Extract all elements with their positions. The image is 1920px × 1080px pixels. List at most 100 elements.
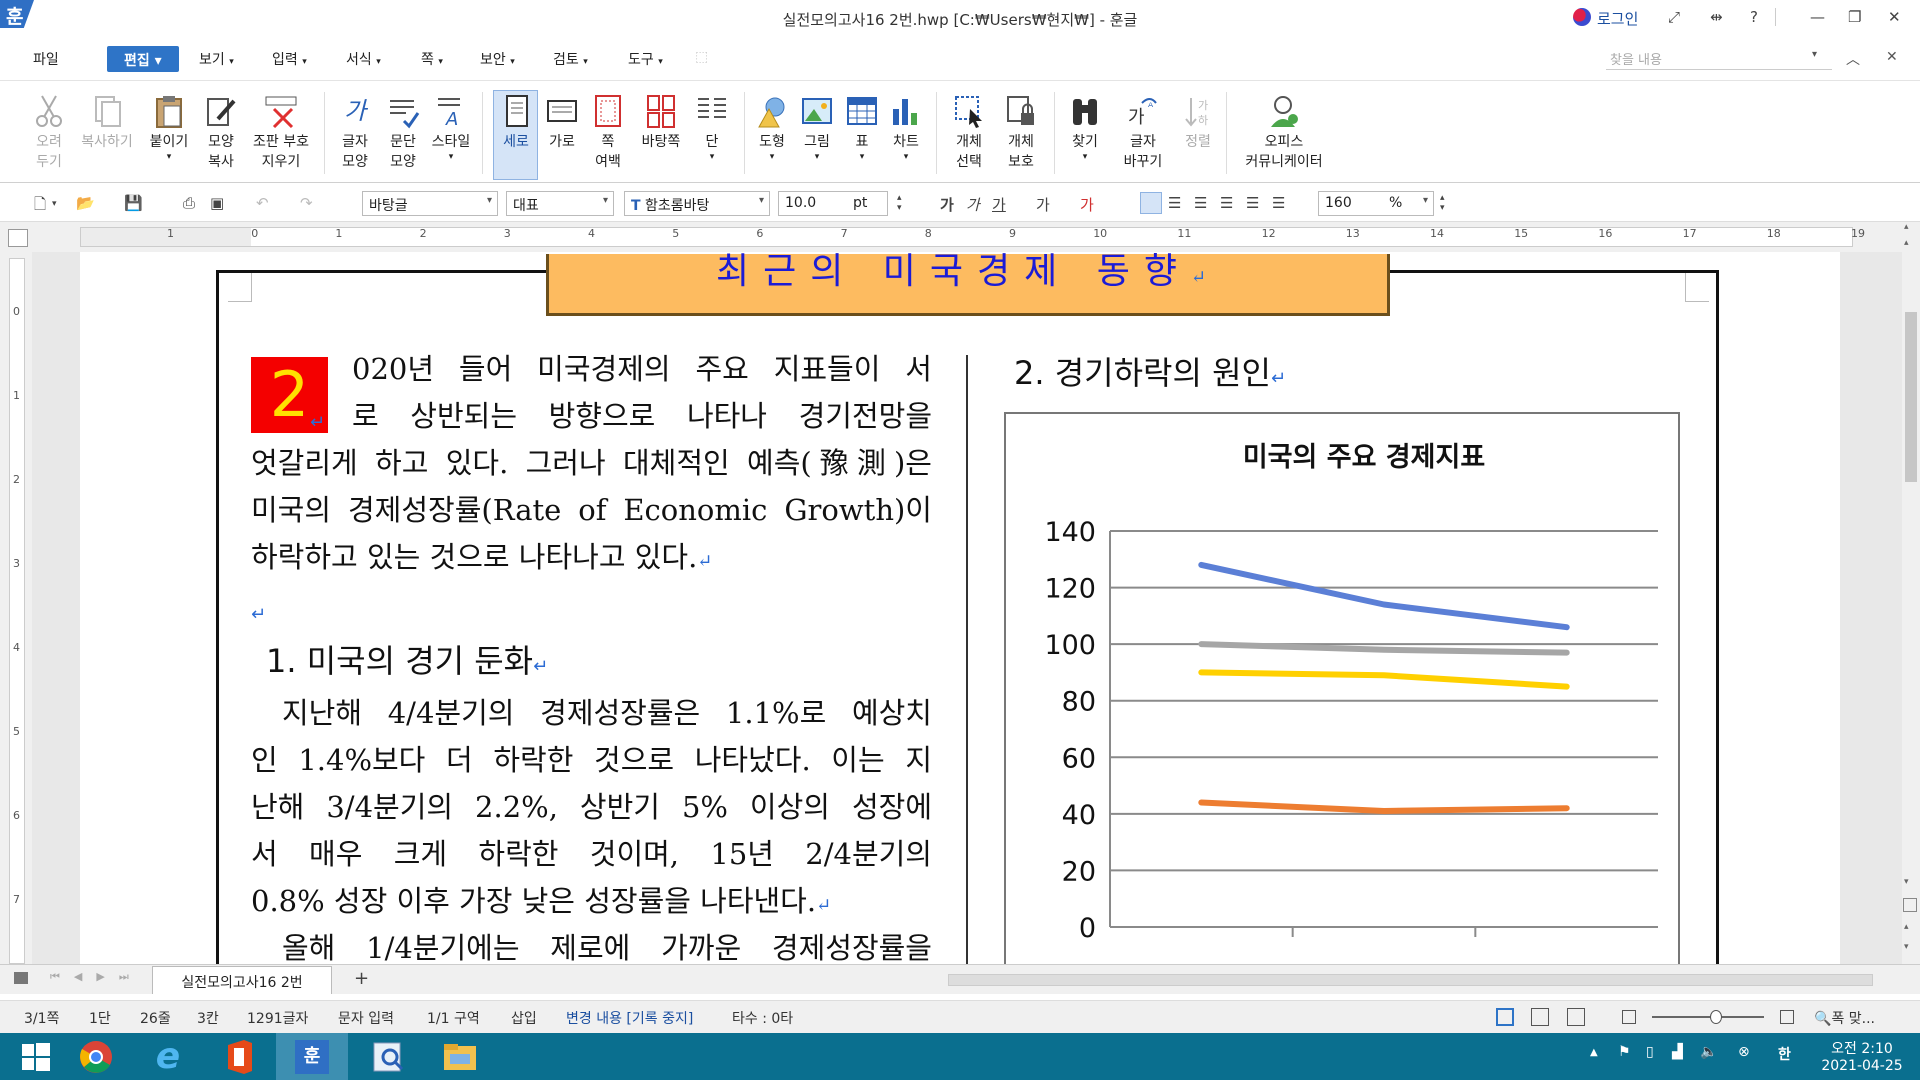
print-icon[interactable]: ⎙ <box>183 194 195 212</box>
ribbon-clear-markup-button[interactable]: 조판 부호 지우기 <box>248 90 314 172</box>
ribbon-portrait-button[interactable]: 세로 <box>494 90 538 152</box>
menu-insert[interactable]: 입력 ▾ <box>272 49 307 69</box>
ribbon-object-select-button[interactable]: 개체 선택 <box>944 90 994 172</box>
tab-type-icon[interactable] <box>8 229 28 247</box>
zoom-in-icon[interactable] <box>1780 1010 1794 1024</box>
status-input-mode[interactable]: 문자 입력 <box>338 1008 394 1028</box>
pin-icon[interactable]: ⇹ <box>1710 8 1723 26</box>
ribbon-landscape-button[interactable]: 가로 <box>540 90 584 152</box>
login-button[interactable]: 로그인 <box>1597 8 1638 29</box>
scroll-up-icon[interactable]: ▴ <box>1904 238 1909 248</box>
ribbon-para-shape-button[interactable]: 문단 모양 <box>380 90 426 172</box>
ribbon-sort-button[interactable]: 가하 정렬 <box>1176 90 1220 152</box>
account-icon[interactable] <box>1573 8 1591 26</box>
style-select[interactable]: 바탕글 ▾ <box>362 191 498 216</box>
menu-tools[interactable]: 도구 ▾ <box>628 49 663 69</box>
zoom-out-icon[interactable] <box>1622 1010 1636 1024</box>
ribbon-copy-button[interactable]: 복사하기 <box>78 90 136 152</box>
ribbon-chart-button[interactable]: 차트 ▾ <box>884 90 928 162</box>
doc-close-icon[interactable]: ✕ <box>1886 49 1898 65</box>
add-tab-button[interactable]: + <box>354 968 369 989</box>
ribbon-paste-button[interactable]: 붙이기 ▾ <box>146 90 192 162</box>
ribbon-char-shape-button[interactable]: 가 글자 모양 <box>332 90 378 172</box>
ribbon-columns-button[interactable]: 단 ▾ <box>690 90 734 162</box>
language-select[interactable]: 대표 ▾ <box>506 191 614 216</box>
vertical-ruler[interactable]: 0 1 2 3 4 5 6 7 <box>9 258 25 964</box>
ribbon-communicator-button[interactable]: 오피스 커뮤니케이터 <box>1234 90 1334 172</box>
menu-format[interactable]: 서식 ▾ <box>346 49 381 69</box>
size-stepper-icon[interactable]: ▴ ▾ <box>897 193 902 213</box>
ribbon-master-page-button[interactable]: 바탕쪽 <box>636 90 686 152</box>
open-folder-icon[interactable]: 📂 <box>76 194 95 212</box>
page-view-icon[interactable] <box>1903 898 1917 912</box>
chart-object[interactable]: 미국의 주요 경제지표 0 20 40 60 80 100 120 140 <box>1004 412 1680 972</box>
undo-icon[interactable]: ↶ <box>256 194 269 212</box>
quick-icon[interactable]: ⬚ <box>695 49 708 65</box>
tab-list-icon[interactable] <box>14 972 28 984</box>
collapse-ribbon-icon[interactable]: ︿ <box>1846 49 1860 69</box>
zoom-slider-thumb[interactable] <box>1710 1010 1722 1024</box>
search-app-icon[interactable] <box>352 1033 424 1080</box>
find-dropdown-icon[interactable]: ▾ <box>1812 49 1817 60</box>
font-color-button[interactable]: 가 <box>1080 194 1094 215</box>
divide-align-icon[interactable]: ☰ <box>1272 194 1285 212</box>
preview-icon[interactable]: ▣ <box>210 194 224 212</box>
menu-file[interactable]: 파일 <box>33 49 59 69</box>
vertical-scrollbar[interactable]: ▴ ▴ ▾ ▴ ▾ <box>1902 222 1920 964</box>
prev-page-icon[interactable]: ▴ <box>1904 922 1909 932</box>
hangul-task-icon[interactable]: 훈 <box>276 1033 348 1080</box>
ribbon-object-protect-button[interactable]: 개체 보호 <box>996 90 1046 172</box>
notification-off-icon[interactable]: ⊗ <box>1738 1044 1750 1060</box>
tab-nav-icon[interactable]: ⏮◀▶⏭ <box>50 970 143 984</box>
save-icon[interactable]: 💾 <box>124 194 143 212</box>
ribbon-char-replace-button[interactable]: 가ᴬ 글자 바꾸기 <box>1112 90 1174 172</box>
status-page[interactable]: 3/1쪽 <box>24 1008 59 1028</box>
zoom-stepper-icon[interactable]: ▴ ▾ <box>1440 193 1445 213</box>
office-icon[interactable] <box>204 1033 276 1080</box>
volume-icon[interactable]: 🔈 <box>1700 1044 1717 1060</box>
ribbon-cut-button[interactable]: 오려 두기 <box>26 90 72 172</box>
justify-align-icon[interactable] <box>1140 192 1162 214</box>
menu-edit[interactable]: 편집 ▾ <box>107 46 179 72</box>
font-select[interactable]: T 함초롬바탕 ▾ <box>624 191 770 216</box>
view-normal-icon[interactable] <box>1496 1008 1514 1026</box>
find-input[interactable]: 찾을 내용 <box>1606 44 1832 70</box>
menu-page[interactable]: 쪽 ▾ <box>421 49 443 69</box>
scroll-down-icon[interactable]: ▾ <box>1904 877 1909 887</box>
scroll-up-icon[interactable]: ▴ <box>1904 222 1909 232</box>
close-icon[interactable]: ✕ <box>1888 8 1901 26</box>
file-explorer-icon[interactable] <box>424 1033 496 1080</box>
restore-icon[interactable]: ❐ <box>1848 8 1861 26</box>
network-icon[interactable]: ▟ <box>1672 1044 1683 1060</box>
view-outline-icon[interactable] <box>1567 1008 1585 1026</box>
doc-tab[interactable]: 실전모의고사16 2번 <box>152 966 332 994</box>
left-align-icon[interactable]: ☰ <box>1168 194 1181 212</box>
ribbon-picture-button[interactable]: 그림 ▾ <box>795 90 839 162</box>
ribbon-style-button[interactable]: A 스타일 ▾ <box>428 90 474 162</box>
font-size-input[interactable]: 10.0 pt <box>778 191 888 216</box>
ime-indicator[interactable]: 한 <box>1778 1044 1791 1064</box>
status-insert[interactable]: 삽입 <box>511 1008 537 1028</box>
ribbon-format-copy-button[interactable]: 모양 복사 <box>198 90 244 172</box>
menu-security[interactable]: 보안 ▾ <box>480 49 515 69</box>
view-web-icon[interactable] <box>1531 1008 1549 1026</box>
new-doc-icon[interactable]: 🗋 <box>34 194 46 219</box>
center-align-icon[interactable]: ☰ <box>1194 194 1207 212</box>
battery-icon[interactable]: ▯ <box>1646 1044 1654 1060</box>
ribbon-shape-button[interactable]: 도형 ▾ <box>750 90 794 162</box>
right-align-icon[interactable]: ☰ <box>1220 194 1233 212</box>
new-dropdown-icon[interactable]: ▾ <box>52 199 57 209</box>
status-track-changes[interactable]: 변경 내용 [기록 중지] <box>566 1008 693 1028</box>
tray-expand-icon[interactable]: ▲ <box>1590 1047 1598 1058</box>
clock[interactable]: 오전 2:10 2021-04-25 <box>1820 1038 1904 1074</box>
underline-button[interactable]: 가 <box>992 194 1006 215</box>
zoom-input[interactable]: 160% ▾ <box>1318 191 1434 216</box>
scroll-thumb[interactable] <box>1905 312 1917 482</box>
next-page-icon[interactable]: ▾ <box>1904 942 1909 952</box>
ribbon-find-button[interactable]: 찾기 ▾ <box>1062 90 1108 162</box>
menu-view[interactable]: 보기 ▾ <box>199 49 234 69</box>
distribute-align-icon[interactable]: ☰ <box>1246 194 1259 212</box>
help-button[interactable]: ? <box>1750 8 1758 26</box>
italic-button[interactable]: 가 <box>966 194 980 215</box>
ie-icon[interactable]: e <box>132 1033 204 1080</box>
